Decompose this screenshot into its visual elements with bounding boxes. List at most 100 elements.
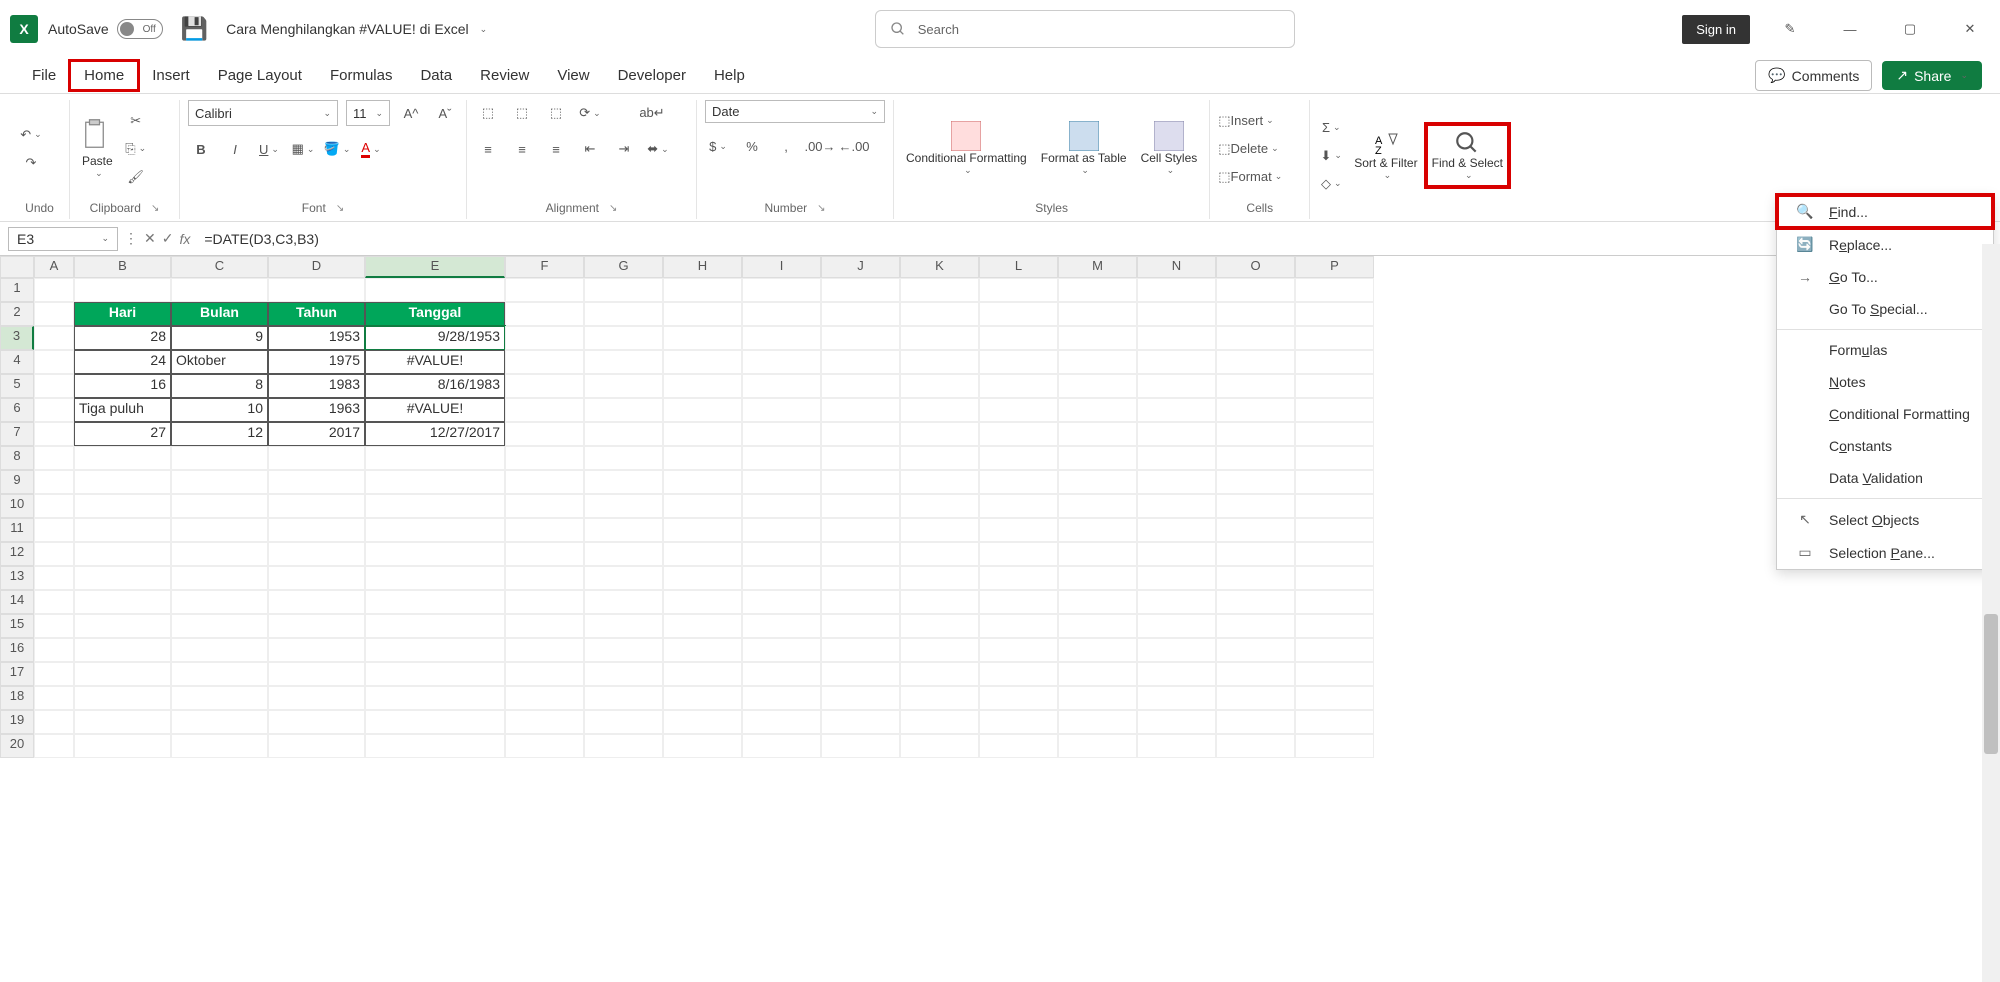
cell-L5[interactable]: [979, 374, 1058, 398]
cell-K13[interactable]: [900, 566, 979, 590]
cell-O17[interactable]: [1216, 662, 1295, 686]
sort-filter-button[interactable]: AZ Sort & Filter⌄: [1350, 126, 1421, 185]
cell-J19[interactable]: [821, 710, 900, 734]
cell-I12[interactable]: [742, 542, 821, 566]
cell-N3[interactable]: [1137, 326, 1216, 350]
font-name-select[interactable]: Calibri⌄: [188, 100, 338, 126]
cell-A10[interactable]: [34, 494, 74, 518]
cell-F19[interactable]: [505, 710, 584, 734]
cell-C8[interactable]: [171, 446, 268, 470]
cell-A13[interactable]: [34, 566, 74, 590]
paste-button[interactable]: Paste⌄: [78, 114, 117, 183]
col-header-I[interactable]: I: [742, 256, 821, 278]
cell-L9[interactable]: [979, 470, 1058, 494]
cell-G19[interactable]: [584, 710, 663, 734]
cell-P9[interactable]: [1295, 470, 1374, 494]
pen-icon[interactable]: ✎: [1770, 9, 1810, 49]
cell-O20[interactable]: [1216, 734, 1295, 758]
cell-F5[interactable]: [505, 374, 584, 398]
cell-E5[interactable]: 8/16/1983: [365, 374, 505, 398]
cell-N18[interactable]: [1137, 686, 1216, 710]
cell-L3[interactable]: [979, 326, 1058, 350]
cell-O2[interactable]: [1216, 302, 1295, 326]
cell-D20[interactable]: [268, 734, 365, 758]
cell-P12[interactable]: [1295, 542, 1374, 566]
row-header-2[interactable]: 2: [0, 302, 34, 326]
cell-K1[interactable]: [900, 278, 979, 302]
cell-E6[interactable]: #VALUE!: [365, 398, 505, 422]
cell-I16[interactable]: [742, 638, 821, 662]
cell-E3[interactable]: 9/28/1953: [365, 326, 505, 350]
cell-P2[interactable]: [1295, 302, 1374, 326]
dialog-launcher-icon[interactable]: ↘: [817, 203, 825, 214]
col-header-M[interactable]: M: [1058, 256, 1137, 278]
cell-A16[interactable]: [34, 638, 74, 662]
cell-A19[interactable]: [34, 710, 74, 734]
cell-H13[interactable]: [663, 566, 742, 590]
cell-H6[interactable]: [663, 398, 742, 422]
cell-H19[interactable]: [663, 710, 742, 734]
formula-input[interactable]: =DATE(D3,C3,B3): [196, 228, 1992, 250]
cell-N6[interactable]: [1137, 398, 1216, 422]
cell-J8[interactable]: [821, 446, 900, 470]
font-size-select[interactable]: 11⌄: [346, 100, 390, 126]
cell-M18[interactable]: [1058, 686, 1137, 710]
cell-F18[interactable]: [505, 686, 584, 710]
align-right-button[interactable]: ≡: [543, 136, 569, 162]
currency-button[interactable]: $⌄: [705, 133, 731, 159]
menu-cond-formatting[interactable]: Conditional Formatting: [1777, 398, 1993, 430]
cell-F15[interactable]: [505, 614, 584, 638]
italic-button[interactable]: I: [222, 136, 248, 162]
bold-button[interactable]: B: [188, 136, 214, 162]
cell-K16[interactable]: [900, 638, 979, 662]
cell-J10[interactable]: [821, 494, 900, 518]
cell-F17[interactable]: [505, 662, 584, 686]
cell-C3[interactable]: 9: [171, 326, 268, 350]
cell-N19[interactable]: [1137, 710, 1216, 734]
cell-D5[interactable]: 1983: [268, 374, 365, 398]
cell-J7[interactable]: [821, 422, 900, 446]
cell-I8[interactable]: [742, 446, 821, 470]
fill-button[interactable]: ⬇⌄: [1318, 143, 1344, 169]
close-button[interactable]: ✕: [1950, 9, 1990, 49]
cell-A20[interactable]: [34, 734, 74, 758]
cell-O19[interactable]: [1216, 710, 1295, 734]
cell-C12[interactable]: [171, 542, 268, 566]
cell-G4[interactable]: [584, 350, 663, 374]
cell-D15[interactable]: [268, 614, 365, 638]
underline-button[interactable]: U⌄: [256, 136, 282, 162]
cell-C4[interactable]: Oktober: [171, 350, 268, 374]
redo-button[interactable]: ↷: [18, 150, 44, 176]
cell-A1[interactable]: [34, 278, 74, 302]
document-title[interactable]: Cara Menghilangkan #VALUE! di Excel ⌄: [226, 21, 487, 37]
cell-P8[interactable]: [1295, 446, 1374, 470]
cell-C2[interactable]: Bulan: [171, 302, 268, 326]
cell-B17[interactable]: [74, 662, 171, 686]
cell-F6[interactable]: [505, 398, 584, 422]
fx-icon[interactable]: fx: [179, 231, 190, 247]
cell-G3[interactable]: [584, 326, 663, 350]
cell-G2[interactable]: [584, 302, 663, 326]
menu-select-objects[interactable]: ↖Select Objects: [1777, 503, 1993, 536]
cell-B2[interactable]: Hari: [74, 302, 171, 326]
cell-D18[interactable]: [268, 686, 365, 710]
col-header-N[interactable]: N: [1137, 256, 1216, 278]
cell-E7[interactable]: 12/27/2017: [365, 422, 505, 446]
cell-H7[interactable]: [663, 422, 742, 446]
cell-I5[interactable]: [742, 374, 821, 398]
menu-find[interactable]: 🔍Find...: [1777, 195, 1993, 228]
row-header-13[interactable]: 13: [0, 566, 34, 590]
share-button[interactable]: ↗ Share ⌄: [1882, 61, 1982, 90]
cell-G10[interactable]: [584, 494, 663, 518]
cell-J3[interactable]: [821, 326, 900, 350]
cell-N2[interactable]: [1137, 302, 1216, 326]
cell-F8[interactable]: [505, 446, 584, 470]
cell-C5[interactable]: 8: [171, 374, 268, 398]
cell-K10[interactable]: [900, 494, 979, 518]
tab-data[interactable]: Data: [406, 61, 466, 90]
cell-C7[interactable]: 12: [171, 422, 268, 446]
cell-D1[interactable]: [268, 278, 365, 302]
row-header-4[interactable]: 4: [0, 350, 34, 374]
signin-button[interactable]: Sign in: [1682, 15, 1750, 44]
cell-N7[interactable]: [1137, 422, 1216, 446]
